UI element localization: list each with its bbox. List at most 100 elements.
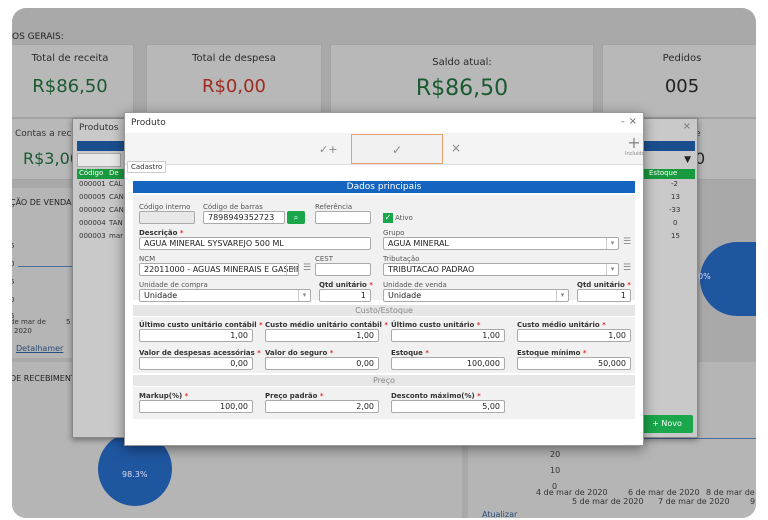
ativo-checkbox[interactable]: ✓ [383, 213, 393, 223]
save-new-button[interactable]: ✓+ [319, 143, 337, 156]
cell-desc: CAN [109, 193, 124, 201]
tributacao-list-icon[interactable]: ☰ [623, 263, 631, 273]
save-button[interactable]: ✓ [351, 134, 443, 164]
preco-padrao-input[interactable]: 2,00 [265, 400, 379, 413]
qtd-venda-label: Qtd unitário [577, 281, 631, 289]
ncm-value: 22011000 - AGUAS MINERAIS E GASEIF.S/... [144, 265, 299, 274]
desconto-maximo-input[interactable]: 5,00 [391, 400, 505, 413]
ncm-label: NCM [139, 255, 156, 263]
axis-label: 5 [12, 242, 15, 250]
cell-code: 000002 [79, 206, 106, 214]
ncm-select[interactable]: 22011000 - AGUAS MINERAIS E GASEIF.S/...… [139, 263, 299, 276]
grupo-value: AGUA MINERAL [388, 239, 449, 248]
tributacao-select[interactable]: TRIBUTACAO PADRAO ▾ [383, 263, 619, 276]
unidade-compra-select[interactable]: Unidade ▾ [139, 289, 311, 302]
details-link[interactable]: Detalhamer [16, 344, 63, 353]
axis-label: 0 [12, 296, 15, 304]
card-value: 005 [664, 76, 700, 97]
produtos-close-icon[interactable]: × [683, 121, 691, 132]
card-contas-receber: Contas a rece R$3,00 [12, 118, 80, 180]
despesas-input[interactable]: 0,00 [139, 357, 253, 370]
axis-date: 8 de mar de 20 [706, 488, 756, 497]
markup-label: Markup(%) [139, 392, 188, 400]
cancel-button[interactable]: × [451, 141, 461, 155]
tributacao-label: Tributação [383, 255, 420, 263]
axis-label: 5 [12, 278, 15, 286]
produtos-search-input[interactable] [77, 153, 121, 167]
unidade-venda-label: Unidade de venda [383, 281, 447, 289]
ultimo-custo-label: Último custo unitário [391, 321, 480, 329]
update-link[interactable]: Atualizar [482, 510, 517, 518]
codigo-barras-input[interactable]: 7898949352723 [203, 211, 285, 224]
unidade-venda-select[interactable]: Unidade ▾ [383, 289, 569, 302]
unidade-compra-label: Unidade de compra [139, 281, 208, 289]
axis-date: 4 de mar de 2020 [536, 488, 608, 497]
estoque-minimo-label: Estoque mínimo [517, 349, 587, 357]
tributacao-value: TRIBUTACAO PADRAO [388, 265, 475, 274]
cell-stock: -33 [669, 206, 681, 214]
include-label: Incluído [625, 151, 645, 157]
axis-label: 20 [550, 450, 561, 459]
codigo-interno-input[interactable] [139, 211, 195, 224]
ultimo-custo-input[interactable]: 1,00 [391, 329, 505, 342]
descricao-label: Descrição [139, 229, 184, 237]
grupo-select[interactable]: AGUA MINERAL ▾ [383, 237, 619, 250]
desconto-maximo-label: Desconto máximo(%) [391, 392, 481, 400]
custo-medio-label: Custo médio unitário [517, 321, 606, 329]
search-barcode-button[interactable]: ⌕ [287, 211, 305, 224]
cell-desc: TAN [109, 219, 123, 227]
chevron-down-icon: ▾ [606, 238, 618, 249]
pie-left-pct: 98.3% [122, 470, 148, 479]
custo-medio-contabil-input[interactable]: 1,00 [265, 329, 379, 342]
grupo-list-icon[interactable]: ☰ [623, 237, 631, 247]
qtd-venda-input[interactable]: 1 [577, 289, 631, 302]
app-screen: OS GERAIS: Total de receita R$86,50 Tota… [12, 8, 756, 518]
axis-date: 9 c [750, 497, 756, 506]
search-icon: ⌕ [293, 213, 299, 222]
produtos-dialog-title: Produtos [79, 123, 119, 133]
pie-right-pct: 0% [698, 272, 711, 281]
chevron-down-icon: ▾ [298, 290, 310, 301]
qtd-compra-label: Qtd unitário [319, 281, 373, 289]
qtd-compra-input[interactable]: 1 [319, 289, 371, 302]
unidade-compra-value: Unidade [144, 291, 178, 300]
card-saldo: Saldo atual: R$86,50 [330, 44, 594, 118]
filter-icon[interactable]: ▼ [684, 155, 691, 165]
cell-stock: 15 [671, 232, 680, 240]
new-product-button[interactable]: + Novo [641, 415, 693, 433]
axis-five: 5 [66, 318, 71, 326]
estoque-input[interactable]: 100,000 [391, 357, 505, 370]
close-icon[interactable]: × [629, 116, 637, 127]
include-button[interactable]: + Incluído [625, 135, 645, 163]
card-title: Total de despesa [192, 53, 276, 64]
sales-section-title: ÇÃO DE VENDA [12, 198, 72, 207]
axis-label: 0 [12, 260, 15, 268]
estoque-minimo-input[interactable]: 50,000 [517, 357, 631, 370]
section-preco-header: Preço [133, 375, 635, 386]
col-code-header: Código [79, 169, 104, 177]
custo-medio-input[interactable]: 1,00 [517, 329, 631, 342]
descricao-input[interactable]: AGUA MINERAL SYSVAREJO 500 ML [139, 237, 371, 250]
chevron-down-icon: ▾ [286, 264, 298, 275]
seguro-input[interactable]: 0,00 [265, 357, 379, 370]
codigo-interno-label: Código interno [139, 203, 191, 211]
sales-panel: ÇÃO DE VENDA 5 0 5 0 5 de mar de 5 2020 … [12, 188, 80, 358]
cest-input[interactable] [315, 263, 371, 276]
card-title: e [695, 129, 756, 139]
cell-code: 000005 [79, 193, 106, 201]
markup-input[interactable]: 100,00 [139, 400, 253, 413]
grupo-label: Grupo [383, 229, 405, 237]
preco-padrao-label: Preço padrão [265, 392, 324, 400]
cell-desc: CAN [109, 206, 124, 214]
cell-stock: 13 [671, 193, 680, 201]
ultimo-custo-contabil-input[interactable]: 1,00 [139, 329, 253, 342]
tab-cadastro[interactable]: Cadastro [127, 161, 167, 173]
minimize-icon[interactable]: – [621, 117, 626, 127]
referencia-input[interactable] [315, 211, 371, 224]
ultimo-custo-contabil-label: Último custo unitário contábil [139, 321, 263, 329]
card-value: R$86,50 [32, 76, 108, 97]
col-stock-header: Estoque [649, 169, 678, 177]
card-pedidos: Pedidos 005 [602, 44, 756, 118]
ncm-list-icon[interactable]: ☰ [303, 263, 311, 273]
card-title: Total de receita [31, 53, 109, 64]
